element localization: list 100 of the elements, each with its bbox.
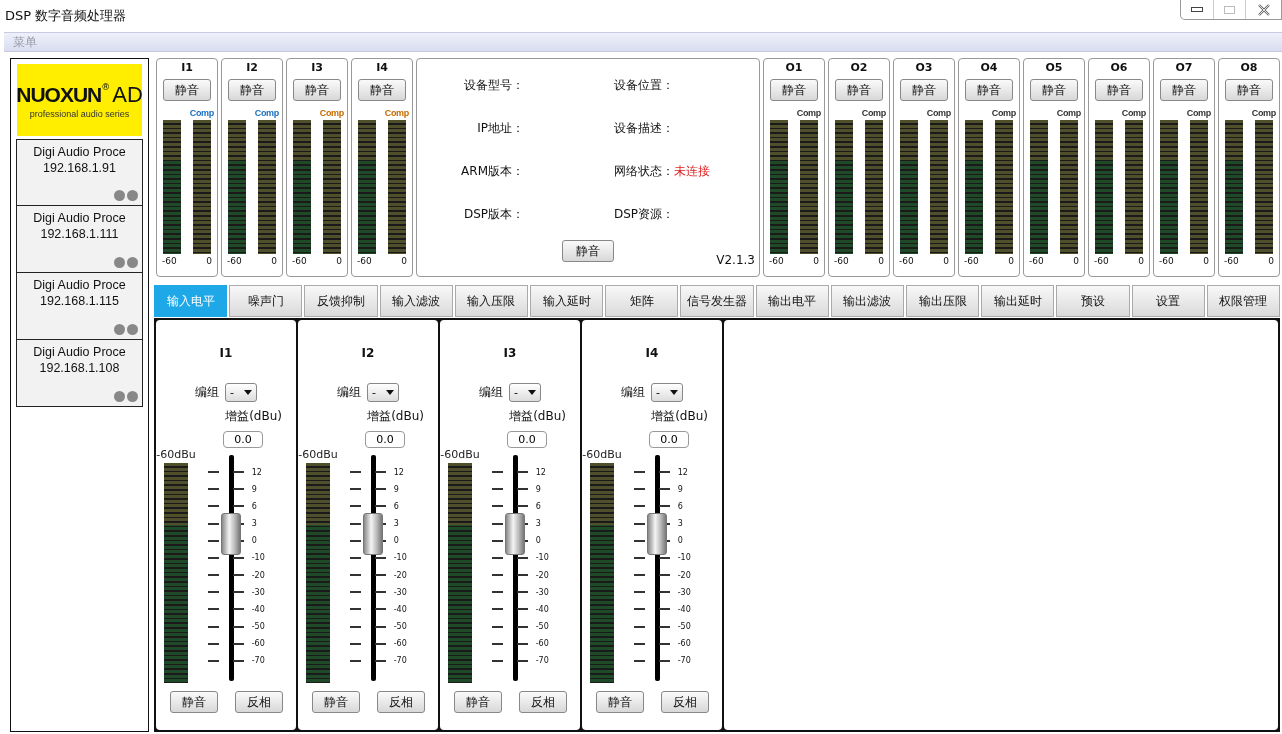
- fader-handle[interactable]: [504, 513, 525, 556]
- channel-name: O6: [1110, 61, 1128, 74]
- tab[interactable]: 信号发生器: [680, 285, 754, 317]
- gain-field[interactable]: 0.0: [507, 431, 547, 448]
- tick-label: -60: [535, 639, 549, 649]
- gain-field[interactable]: 0.0: [223, 431, 263, 448]
- device-ip: 192.168.1.115: [40, 293, 119, 309]
- mute-button[interactable]: 静音: [163, 79, 211, 101]
- tick-mark: [374, 556, 386, 559]
- tick-label: 6: [393, 501, 399, 511]
- caret-icon: [244, 390, 252, 395]
- tab[interactable]: 输入压限: [454, 285, 528, 317]
- mute-button[interactable]: 静音: [1160, 79, 1208, 101]
- tab[interactable]: 反馈抑制: [304, 285, 378, 317]
- device-item[interactable]: Digi Audio Proce 192.168.1.111: [16, 206, 143, 273]
- tab[interactable]: 预设: [1056, 285, 1130, 317]
- tick-mark: [658, 659, 670, 662]
- scale-label: 0: [878, 256, 884, 266]
- tick-mark: [633, 539, 645, 542]
- mute-button[interactable]: 静音: [1095, 79, 1143, 101]
- tick-mark: [374, 591, 386, 594]
- group-dropdown[interactable]: -: [651, 383, 683, 402]
- mute-button[interactable]: 静音: [358, 79, 406, 101]
- tab[interactable]: 矩阵: [605, 285, 679, 317]
- tick-mark: [349, 556, 361, 559]
- mute-button[interactable]: 静音: [1030, 79, 1078, 101]
- tick-label: -50: [393, 622, 407, 632]
- tab[interactable]: 输出电平: [755, 285, 829, 317]
- tab[interactable]: 输出滤波: [830, 285, 905, 317]
- tick-label: -20: [677, 570, 691, 580]
- tick-label: 3: [677, 519, 683, 528]
- fader-handle[interactable]: [646, 513, 667, 556]
- tick-mark: [491, 522, 503, 525]
- tick-mark: [516, 471, 528, 473]
- meter-label: -60dBu: [440, 449, 480, 460]
- tab[interactable]: 噪声门: [229, 285, 303, 317]
- mute-button[interactable]: 静音: [169, 691, 218, 713]
- tick-label: -70: [393, 656, 407, 666]
- device-item[interactable]: Digi Audio Proce 192.168.1.91: [16, 139, 143, 206]
- invert-button[interactable]: 反相: [518, 691, 567, 713]
- tab[interactable]: 输出延时: [981, 285, 1055, 317]
- tab[interactable]: 输出压限: [906, 285, 980, 317]
- close-icon: [1256, 3, 1271, 16]
- tab[interactable]: 设置: [1131, 285, 1205, 317]
- tick-label: 3: [535, 519, 541, 528]
- status-dot-icon: [114, 257, 125, 268]
- gain-label: 增益(dBu): [509, 408, 566, 425]
- mute-button[interactable]: 静音: [293, 79, 341, 101]
- tick-label: 0: [535, 536, 541, 546]
- mute-button[interactable]: 静音: [965, 79, 1013, 101]
- scale-label: -60: [1224, 256, 1239, 266]
- tick-mark: [349, 505, 361, 508]
- mute-button[interactable]: 静音: [311, 691, 360, 713]
- group-dropdown[interactable]: -: [225, 383, 257, 402]
- channel-name: I4: [376, 61, 388, 74]
- tick-mark: [658, 574, 670, 577]
- mute-button[interactable]: 静音: [228, 79, 276, 101]
- invert-button[interactable]: 反相: [234, 691, 283, 713]
- mute-button[interactable]: 静音: [595, 691, 644, 713]
- tick-label: 9: [535, 484, 541, 494]
- tick-mark: [349, 574, 361, 577]
- tick-mark: [658, 608, 670, 611]
- gain-field[interactable]: 0.0: [649, 431, 689, 448]
- device-item[interactable]: Digi Audio Proce 192.168.1.108: [16, 340, 143, 407]
- scale-label: 0: [1138, 256, 1144, 266]
- mute-button[interactable]: 静音: [835, 79, 883, 101]
- comp-label: Comp: [254, 108, 279, 119]
- device-ip: 192.168.1.111: [40, 226, 119, 242]
- mute-button[interactable]: 静音: [770, 79, 818, 101]
- scale-label: -60: [1029, 256, 1044, 266]
- brand-logo: NUOXUN®AD professional audio series: [17, 64, 142, 136]
- device-ip: 192.168.1.91: [43, 160, 116, 176]
- version-label: V2.1.3: [716, 253, 755, 267]
- tab[interactable]: 输入延时: [530, 285, 604, 317]
- invert-button[interactable]: 反相: [376, 691, 425, 713]
- fader-handle[interactable]: [220, 513, 241, 556]
- mute-button[interactable]: 静音: [562, 240, 614, 262]
- tick-mark: [516, 488, 528, 491]
- tick-label: -70: [251, 656, 265, 666]
- mute-button[interactable]: 静音: [900, 79, 948, 101]
- tick-mark: [232, 488, 244, 491]
- tick-mark: [349, 625, 361, 628]
- channel-name: O3: [915, 61, 933, 74]
- fader-handle[interactable]: [362, 513, 383, 556]
- mute-button[interactable]: 静音: [1225, 79, 1273, 101]
- comp-label: Comp: [1186, 108, 1211, 119]
- tick-label: -30: [251, 587, 265, 597]
- group-dropdown[interactable]: -: [367, 383, 399, 402]
- mute-button[interactable]: 静音: [453, 691, 502, 713]
- invert-button[interactable]: 反相: [660, 691, 709, 713]
- tab[interactable]: 权限管理: [1206, 285, 1281, 317]
- tab[interactable]: 输入滤波: [379, 285, 453, 317]
- tick-mark: [633, 488, 645, 491]
- caret-icon: [528, 390, 536, 395]
- group-dropdown[interactable]: -: [509, 383, 541, 402]
- tick-mark: [633, 574, 645, 577]
- tick-mark: [374, 488, 386, 491]
- device-item[interactable]: Digi Audio Proce 192.168.1.115: [16, 273, 143, 340]
- tick-label: -60: [251, 639, 265, 649]
- gain-field[interactable]: 0.0: [365, 431, 405, 448]
